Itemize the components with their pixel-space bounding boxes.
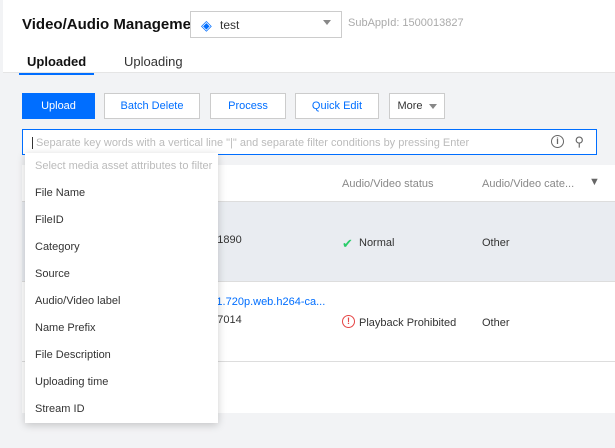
- filter-hint: Select media asset attributes to filter: [35, 160, 213, 172]
- filter-option[interactable]: Stream ID: [25, 396, 218, 423]
- filter-option[interactable]: File Name: [25, 180, 218, 207]
- filter-option[interactable]: Uploading time: [25, 369, 218, 396]
- search-input[interactable]: Separate key words with a vertical line …: [22, 129, 597, 155]
- info-icon[interactable]: i: [551, 135, 564, 148]
- upload-button[interactable]: Upload: [22, 93, 95, 119]
- filter-option[interactable]: Name Prefix: [25, 315, 218, 342]
- check-circle-icon: ✔: [342, 236, 353, 251]
- app-icon: ◈: [201, 17, 212, 33]
- column-header-category: Audio/Video cate...: [482, 178, 575, 190]
- filter-icon[interactable]: ▼: [589, 176, 600, 188]
- filter-option[interactable]: Category: [25, 234, 218, 261]
- chevron-down-icon: [428, 103, 437, 109]
- filter-option[interactable]: File Description: [25, 342, 218, 369]
- file-name-link[interactable]: e11.720p.web.h264-ca...: [205, 296, 325, 308]
- category: Other: [482, 237, 510, 249]
- filter-option[interactable]: Audio/Video label: [25, 288, 218, 315]
- tab-uploading[interactable]: Uploading: [124, 54, 183, 69]
- quick-edit-button[interactable]: Quick Edit: [295, 93, 379, 119]
- subappid: SubAppId: 1500013827: [348, 17, 464, 29]
- filter-option[interactable]: FileID: [25, 207, 218, 234]
- page-header: Video/Audio Management ◈ test SubAppId: …: [3, 0, 615, 75]
- column-header-status: Audio/Video status: [342, 178, 434, 190]
- status: Normal: [359, 237, 395, 249]
- status: Playback Prohibited: [359, 317, 457, 329]
- filter-dropdown: Select media asset attributes to filter …: [25, 153, 218, 423]
- search-icon[interactable]: ⚲: [574, 134, 584, 150]
- category: Other: [482, 317, 510, 329]
- warning-circle-icon: !: [342, 315, 355, 328]
- batch-delete-button[interactable]: Batch Delete: [104, 93, 200, 119]
- more-button[interactable]: More: [389, 93, 445, 119]
- filter-option[interactable]: Source: [25, 261, 218, 288]
- app-select[interactable]: ◈ test: [190, 11, 342, 38]
- app-select-value: test: [220, 18, 240, 32]
- more-label: More: [397, 100, 423, 112]
- page-title: Video/Audio Management: [22, 16, 206, 33]
- search-placeholder: Separate key words with a vertical line …: [32, 137, 469, 149]
- chevron-down-icon: [323, 20, 331, 25]
- tab-uploaded[interactable]: Uploaded: [19, 54, 95, 75]
- process-button[interactable]: Process: [210, 93, 286, 119]
